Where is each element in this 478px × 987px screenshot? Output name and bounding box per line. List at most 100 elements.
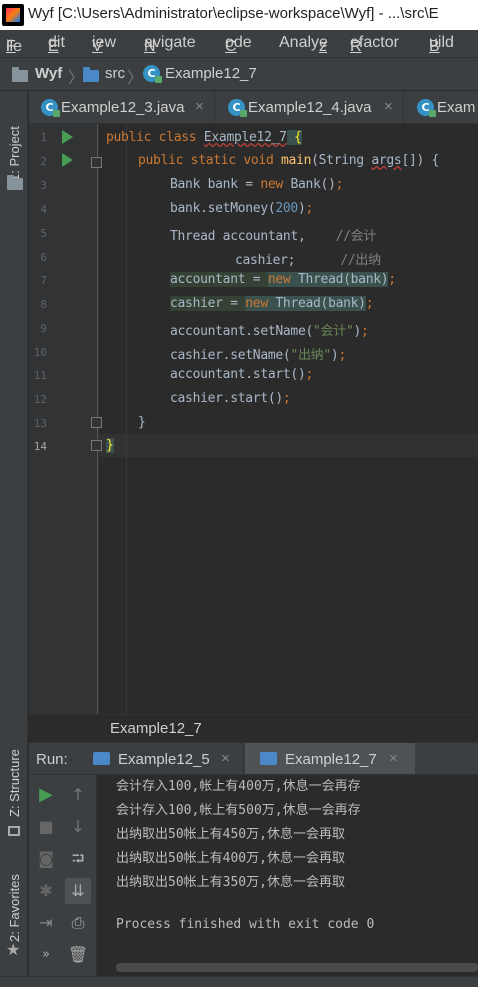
source-folder-icon: [83, 67, 99, 82]
code-line-9: accountant.setName("会计");: [170, 324, 369, 339]
console-horizontal-scrollbar[interactable]: [116, 963, 478, 972]
menu-code[interactable]: Code: [225, 34, 252, 55]
code-line-8: cashier = new Thread(bank);: [170, 296, 374, 311]
code-line-12: cashier.start();: [170, 391, 291, 406]
debug-icon[interactable]: ✱: [33, 878, 59, 904]
menu-file-rest: ile: [6, 38, 23, 55]
run-tab-label: Example12_7: [285, 751, 377, 768]
line-number: 4: [40, 203, 47, 216]
run-tool-header: Run: Example12_5 × Example12_7 ×: [29, 742, 478, 775]
project-panel-label: 1: Project: [7, 126, 22, 181]
line-number: 2: [40, 155, 47, 168]
code-line-6: cashier; //出纳: [235, 253, 381, 268]
line-number: 12: [33, 393, 47, 406]
line-number: 11: [33, 369, 47, 382]
java-class-icon: C: [143, 65, 162, 83]
line-number: 5: [40, 227, 47, 240]
code-line-13: }: [138, 415, 146, 430]
console-exit-line: Process finished with exit code 0: [116, 917, 375, 932]
exit-icon[interactable]: ⇥: [33, 910, 59, 936]
code-editor[interactable]: 1 2 3 4 5 6 7 8 9 10 11 12 13 14 public …: [29, 124, 478, 714]
project-folder-icon: [12, 67, 28, 82]
window-title-bar: Wyf [C:\Users\Administrator\eclipse-work…: [0, 0, 478, 30]
fold-icon[interactable]: [91, 417, 102, 428]
editor-breadcrumb-class[interactable]: Example12_7: [110, 720, 202, 737]
rerun-icon[interactable]: ▶: [33, 782, 59, 808]
intellij-app-icon: [2, 4, 24, 26]
tab-label: Example12_4.java: [248, 99, 372, 116]
tab-example12-3[interactable]: C Example12_3.java ×: [29, 91, 215, 123]
close-tab-icon[interactable]: ×: [384, 98, 393, 115]
scroll-to-end-icon[interactable]: ⇊: [65, 878, 91, 904]
menu-build[interactable]: Build: [429, 34, 454, 55]
console-line: 出纳取出50帐上有450万,休息一会再取: [116, 827, 345, 842]
line-number: 1: [40, 131, 47, 144]
fold-icon[interactable]: [91, 440, 102, 451]
fold-icon[interactable]: [91, 157, 102, 168]
menu-refactor[interactable]: Refactor: [350, 34, 399, 55]
java-class-icon: C: [41, 99, 60, 117]
console-line: 出纳取出50帐上有400万,休息一会再取: [116, 851, 345, 866]
editor-tab-bar: C Example12_3.java × C Example12_4.java …: [29, 91, 478, 124]
code-line-1: public class Example12_7 {: [106, 130, 302, 145]
current-line-highlight: [99, 434, 478, 457]
run-tab-example12-5[interactable]: Example12_5 ×: [87, 743, 244, 774]
code-line-10: cashier.setName("出纳");: [170, 348, 346, 363]
console-line: 会计存入100,帐上有500万,休息一会再存: [116, 803, 361, 818]
code-line-3: Bank bank = new Bank();: [170, 177, 344, 192]
tab-example12-7[interactable]: C Exam: [405, 91, 478, 123]
run-class-icon[interactable]: [62, 130, 73, 144]
run-main-icon[interactable]: [62, 153, 73, 167]
java-class-icon: C: [417, 99, 436, 117]
menu-edit[interactable]: Edit: [48, 34, 65, 55]
run-toolbar: ▶ ↑ ■ ↓ ◙ ⮒ ✱ ⇊ ⇥ ⎙ » 🗑: [29, 775, 97, 987]
tab-label: Example12_3.java: [61, 99, 185, 116]
structure-panel-label: Z: Structure: [7, 749, 22, 817]
line-number: 13: [33, 417, 47, 430]
line-number: 9: [40, 322, 47, 335]
breadcrumb-separator-icon: 〉: [68, 70, 85, 87]
star-icon: ★: [6, 940, 21, 959]
indent-guide: [126, 124, 127, 714]
structure-icon: [8, 826, 20, 836]
project-panel-button[interactable]: 1: Project: [6, 105, 22, 181]
stop-icon[interactable]: ■: [33, 814, 59, 840]
close-tab-icon[interactable]: ×: [221, 750, 230, 767]
menu-analyze[interactable]: Analy z e: [279, 34, 328, 55]
line-number: 10: [33, 346, 47, 359]
line-number: 8: [40, 298, 47, 311]
print-icon[interactable]: ⎙: [65, 910, 91, 936]
camera-icon[interactable]: ◙: [33, 846, 59, 872]
close-tab-icon[interactable]: ×: [389, 750, 398, 767]
breadcrumb-file[interactable]: Example12_7: [165, 65, 257, 82]
status-bar: [0, 976, 478, 987]
code-line-14: }: [106, 438, 114, 453]
scroll-up-icon[interactable]: ↑: [65, 782, 91, 808]
console-line: 会计存入100,帐上有400万,休息一会再存: [116, 779, 361, 794]
run-tab-example12-7[interactable]: Example12_7 ×: [245, 743, 415, 774]
more-icon[interactable]: »: [33, 942, 59, 968]
code-line-7: accountant = new Thread(bank);: [170, 272, 396, 287]
project-panel-icon: [7, 175, 23, 190]
breadcrumb-folder[interactable]: src: [105, 65, 125, 82]
menu-view[interactable]: View: [92, 34, 116, 55]
line-number: 14: [33, 440, 47, 453]
menu-navigate[interactable]: Navigate: [144, 34, 196, 55]
close-tab-icon[interactable]: ×: [195, 98, 204, 115]
breadcrumb-separator-icon: 〉: [127, 70, 144, 87]
console-line: 出纳取出50帐上有350万,休息一会再取: [116, 875, 345, 890]
java-class-icon: C: [228, 99, 247, 117]
navigation-bar: Wyf 〉 src 〉 C Example12_7: [0, 57, 478, 91]
editor-breadcrumb: Example12_7: [29, 714, 478, 742]
trash-icon[interactable]: 🗑: [65, 942, 91, 968]
window-title: Wyf [C:\Users\Administrator\eclipse-work…: [28, 5, 439, 22]
scroll-down-icon[interactable]: ↓: [65, 814, 91, 840]
code-line-2: public static void main(String args[]) {: [138, 153, 440, 168]
code-line-4: bank.setMoney(200);: [170, 201, 314, 216]
breadcrumb-project[interactable]: Wyf: [35, 65, 62, 82]
soft-wrap-icon[interactable]: ⮒: [65, 846, 91, 872]
run-console[interactable]: 会计存入100,帐上有400万,休息一会再存 会计存入100,帐上有500万,休…: [98, 775, 478, 987]
tab-example12-4[interactable]: C Example12_4.java ×: [216, 91, 404, 123]
line-number: 6: [40, 251, 47, 264]
menu-bar: File Edit View Navigate Code Analy z e Ref…: [0, 30, 478, 57]
